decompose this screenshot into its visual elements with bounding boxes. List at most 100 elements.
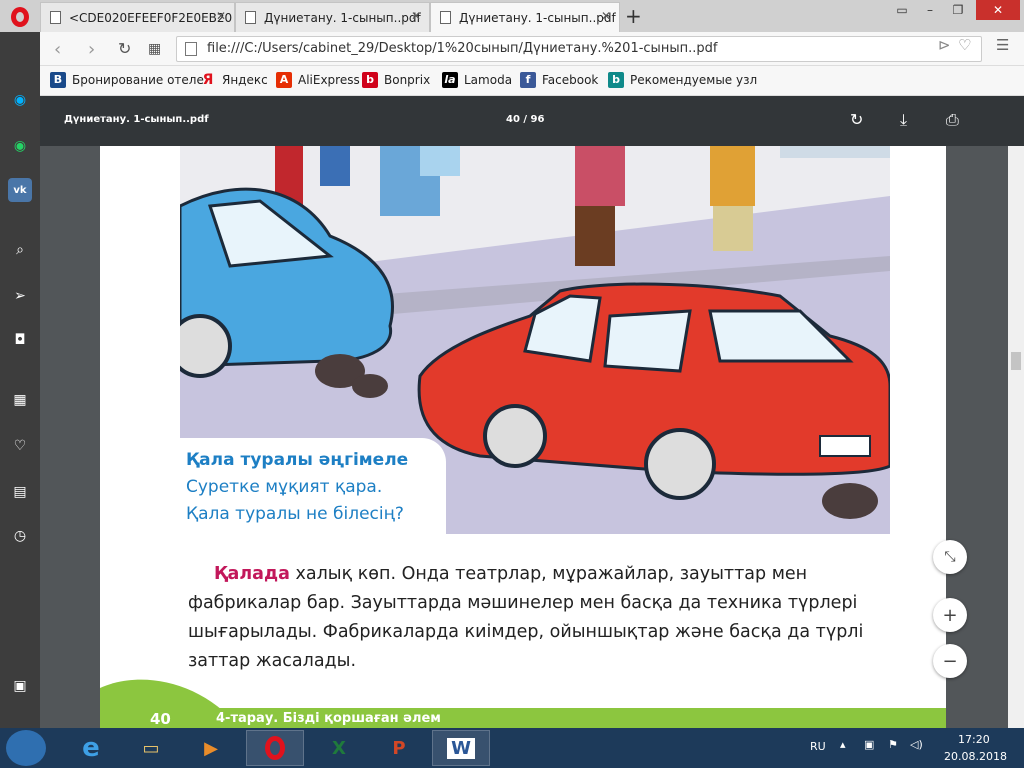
bing-icon: b — [608, 72, 624, 88]
bookmark-label: Facebook — [542, 73, 599, 87]
address-text: file:///C:/Users/cabinet_29/Desktop/1%20… — [207, 41, 718, 56]
tab-3-active[interactable]: Дүниетану. 1-сынып..pdf ✕ — [430, 2, 620, 32]
total-pages: 96 — [530, 114, 545, 125]
page-separator: / — [523, 114, 528, 125]
forward-icon[interactable]: › — [88, 39, 95, 60]
lesson-callout: Қала туралы әңгімеле Суретке мұқият қара… — [180, 438, 446, 538]
document-icon — [440, 11, 451, 24]
current-page[interactable]: 40 — [506, 114, 520, 125]
powerpoint-icon[interactable]: P — [370, 730, 428, 766]
new-tab-icon[interactable]: + — [625, 4, 642, 28]
messenger-icon[interactable]: ◉ — [8, 88, 32, 112]
speed-dial-icon[interactable]: ▦ — [8, 388, 32, 412]
address-bar: ‹ › ↻ ▦ file:///C:/Users/cabinet_29/Desk… — [0, 32, 1024, 66]
tab-title: <CDE020EFEEF0F2E0EB20 — [69, 10, 233, 25]
flag-icon[interactable]: ⚑ — [888, 738, 898, 751]
opera-taskbar-icon[interactable] — [246, 730, 304, 766]
fit-page-icon[interactable]: ⤡ — [933, 540, 967, 574]
footer-page-number: 40 — [150, 710, 171, 728]
zoom-in-icon[interactable]: + — [933, 598, 967, 632]
close-tab-icon[interactable]: ✕ — [411, 9, 421, 23]
facebook-icon: f — [520, 72, 536, 88]
reload-icon[interactable]: ↻ — [118, 39, 131, 58]
bookmark-aliexpress[interactable]: A AliExpress — [276, 72, 360, 88]
clock-time[interactable]: 17:20 — [958, 733, 990, 746]
bookmarks-bar: B Бронирование отеле Я Яндекс A AliExpre… — [0, 66, 1024, 96]
excel-icon[interactable]: X — [310, 730, 368, 766]
whatsapp-icon[interactable]: ◉ — [8, 134, 32, 158]
back-icon[interactable]: ‹ — [54, 39, 61, 60]
bookmark-label: Lamoda — [464, 73, 513, 87]
sidebar-toggle-icon[interactable]: ▣ — [8, 674, 32, 698]
camera-icon[interactable]: ◘ — [8, 328, 32, 352]
tab-1[interactable]: <CDE020EFEEF0F2E0EB20 ✕ — [40, 2, 235, 32]
windows-taskbar: e ▭ ▶ X P W RU ▴ ▣ ⚑ ◁) 17:20 20.08.2018 — [0, 728, 1024, 768]
page-icon — [185, 42, 197, 56]
bonprix-icon: b — [362, 72, 378, 88]
send-icon[interactable]: ⊳ — [938, 36, 951, 54]
scrollbar-thumb[interactable] — [1011, 352, 1021, 370]
footer-chapter: 4-тарау. Бізді қоршаған әлем — [216, 711, 441, 726]
tab-2[interactable]: Дүниетану. 1-сынып..pdf ✕ — [235, 2, 430, 32]
bookmark-booking[interactable]: B Бронирование отеле — [50, 72, 204, 88]
volume-icon[interactable]: ◁) — [910, 738, 923, 751]
vk-icon[interactable]: vk — [8, 178, 32, 202]
show-hidden-icon[interactable]: ▴ — [840, 738, 846, 751]
speed-dial-icon[interactable]: ▦ — [148, 41, 161, 57]
paragraph-text: халық көп. Онда театрлар, мұражайлар, за… — [188, 564, 864, 671]
opera-logo-icon[interactable] — [4, 4, 36, 30]
pdf-viewer[interactable]: Қала туралы әңгімеле Суретке мұқият қара… — [40, 146, 1008, 728]
word-icon[interactable]: W — [432, 730, 490, 766]
bookmark-yandex[interactable]: Я Яндекс — [200, 72, 268, 88]
send-icon[interactable]: ➢ — [8, 284, 32, 308]
bookmark-facebook[interactable]: f Facebook — [520, 72, 598, 88]
bookmark-lamoda[interactable]: la Lamoda — [442, 72, 512, 88]
tab-bar: <CDE020EFEEF0F2E0EB20 ✕ Дүниетану. 1-сын… — [0, 0, 1024, 32]
media-player-icon[interactable]: ▶ — [182, 730, 240, 766]
address-field[interactable]: file:///C:/Users/cabinet_29/Desktop/1%20… — [176, 36, 982, 62]
restore-icon[interactable]: ❐ — [944, 0, 972, 20]
booking-icon: B — [50, 72, 66, 88]
bookmark-heart-icon[interactable]: ♡ — [958, 36, 971, 54]
print-icon[interactable]: ⎙ — [946, 110, 959, 130]
bookmark-label: Bonprix — [384, 73, 431, 87]
download-icon[interactable]: ⤓ — [900, 110, 907, 130]
bookmark-label: Рекомендуемые узл — [630, 73, 758, 87]
news-icon[interactable]: ▤ — [8, 480, 32, 504]
network-icon[interactable]: ▣ — [864, 738, 874, 751]
clock-date[interactable]: 20.08.2018 — [944, 750, 1007, 763]
yandex-icon: Я — [202, 72, 214, 88]
bookmark-recommended[interactable]: b Рекомендуемые узл — [608, 72, 757, 88]
rotate-icon[interactable]: ↻ — [850, 110, 863, 129]
close-tab-icon[interactable]: ✕ — [216, 9, 226, 23]
pdf-page: Қала туралы әңгімеле Суретке мұқият қара… — [100, 146, 946, 728]
heart-icon[interactable]: ♡ — [8, 434, 32, 458]
history-icon[interactable]: ◷ — [8, 524, 32, 548]
zoom-out-icon[interactable]: − — [933, 644, 967, 678]
opera-sidebar: ◉ ◉ vk ⌕ ➢ ◘ ▦ ♡ ▤ ◷ ▣ — [0, 32, 40, 728]
bookmark-label: Яндекс — [222, 73, 268, 87]
language-indicator[interactable]: RU — [810, 740, 826, 753]
tab-title: Дүниетану. 1-сынып..pdf — [459, 10, 616, 25]
aliexpress-icon: A — [276, 72, 292, 88]
bookmark-label: Бронирование отеле — [72, 73, 204, 87]
document-icon — [50, 11, 61, 24]
vertical-scrollbar[interactable] — [1008, 146, 1024, 728]
start-button[interactable] — [6, 730, 46, 766]
pdf-title: Дүниетану. 1-сынып..pdf — [64, 114, 209, 125]
document-icon — [245, 11, 256, 24]
close-window-icon[interactable]: ✕ — [976, 0, 1020, 20]
download-bar-icon[interactable]: ☰ — [996, 36, 1009, 54]
callout-line: Суретке мұқият қара. — [186, 477, 383, 497]
highlighted-word: Қалада — [214, 564, 290, 584]
minimize-icon[interactable]: ▭ — [888, 0, 916, 20]
page-indicator: 40 / 96 — [506, 114, 544, 125]
menu-icon[interactable]: – — [916, 0, 944, 20]
bookmark-bonprix[interactable]: b Bonprix — [362, 72, 430, 88]
search-icon[interactable]: ⌕ — [8, 238, 32, 262]
file-explorer-icon[interactable]: ▭ — [122, 730, 180, 766]
internet-explorer-icon[interactable]: e — [62, 730, 120, 766]
callout-line: Қала туралы не білесің? — [186, 504, 404, 524]
pdf-toolbar: Дүниетану. 1-сынып..pdf 40 / 96 ↻ ⤓ ⎙ — [40, 96, 1024, 146]
close-tab-icon[interactable]: ✕ — [601, 9, 611, 23]
